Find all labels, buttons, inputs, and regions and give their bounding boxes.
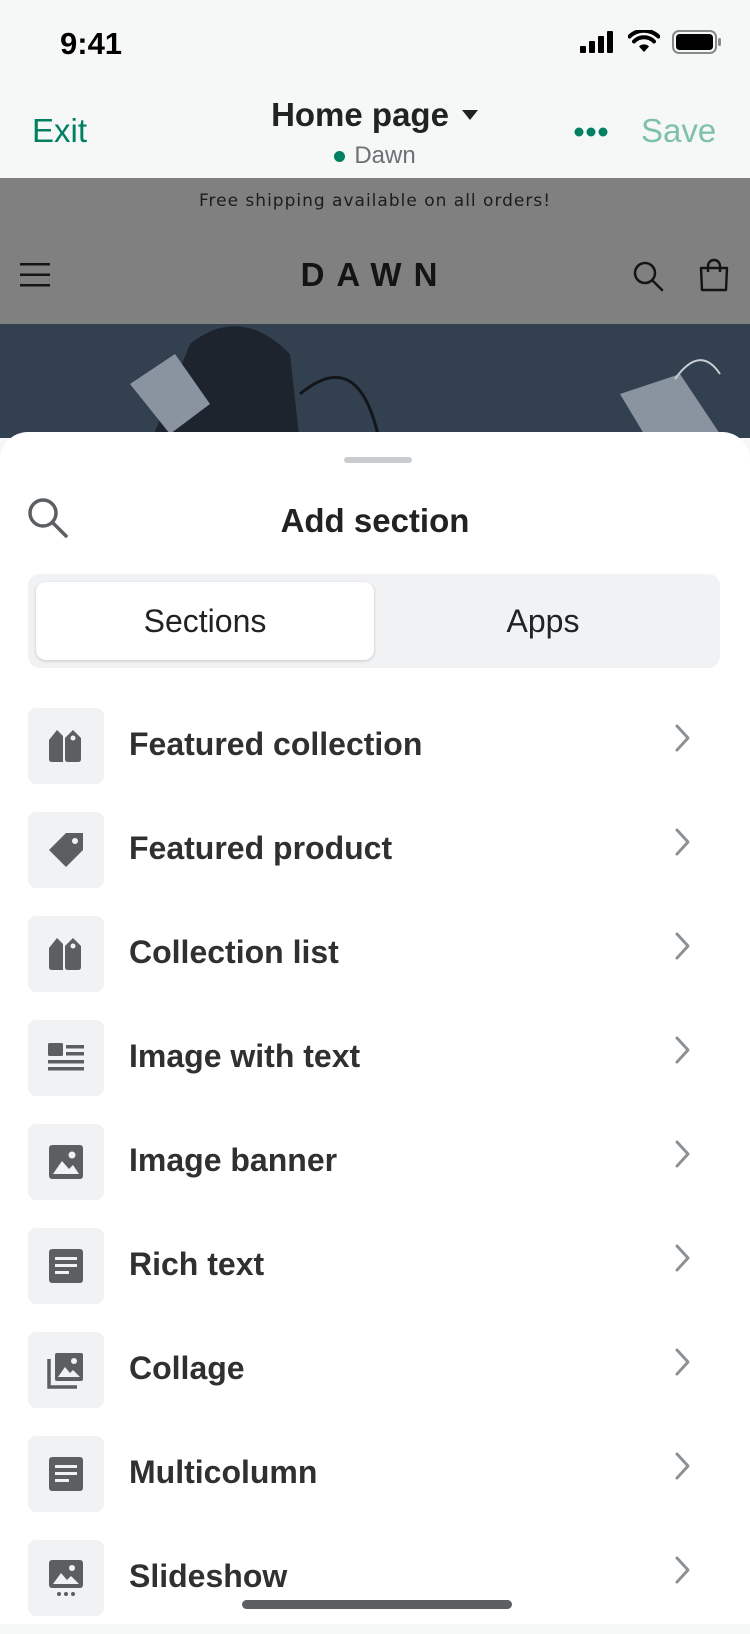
tab-sections[interactable]: Sections [36,582,374,660]
more-horizontal-icon [574,127,608,137]
item-label: Slideshow [129,1558,288,1594]
add-section-sheet: Add section Sections Apps Featured colle… [0,432,750,1624]
item-icon-box [28,916,104,992]
cellular-signal-icon [580,31,613,53]
editor-header: Exit Home page Dawn Save [0,88,750,178]
item-icon-box [28,1020,104,1096]
list-item-collection-list[interactable]: Collection list [0,906,750,1010]
item-icon-box [28,708,104,784]
chevron-right-icon [675,1348,690,1376]
chevron-right-icon [675,828,690,856]
text-block-icon [49,1457,83,1491]
collage-icon [47,1353,83,1389]
slideshow-icon [49,1560,83,1596]
list-item-featured-product[interactable]: Featured product [0,802,750,906]
image-icon [49,1145,83,1179]
list-item-multicolumn[interactable]: Multicolumn [0,1426,750,1530]
list-item-rich-text[interactable]: Rich text [0,1218,750,1322]
item-label: Image with text [129,1038,361,1074]
page-selector[interactable]: Home page Dawn [0,96,750,170]
item-icon-box [28,1124,104,1200]
home-indicator[interactable] [242,1600,512,1609]
page-title[interactable]: Home page [271,96,479,134]
section-list: Featured collection Featured product Col… [0,698,750,1634]
cart-icon [699,258,729,292]
page-title-label: Home page [271,96,449,133]
text-block-icon [49,1249,83,1283]
more-actions-button[interactable] [574,124,608,142]
save-button[interactable]: Save [641,112,716,150]
sheet-title: Add section [280,502,470,539]
sheet-grabber[interactable] [344,457,412,463]
list-item-featured-collection[interactable]: Featured collection [0,698,750,802]
tab-apps[interactable]: Apps [374,582,712,660]
status-bar: 9:41 [0,0,750,88]
item-label: Image banner [129,1142,338,1178]
item-icon-box [28,1436,104,1512]
item-label: Featured collection [129,726,423,762]
hero-image [0,324,750,438]
store-header: DAWN [0,226,750,325]
storefront-preview: Free shipping available on all orders! D… [0,178,750,438]
item-label: Multicolumn [129,1454,318,1490]
status-time: 9:41 [60,26,123,61]
item-label: Collage [129,1350,245,1386]
list-item-collage[interactable]: Collage [0,1322,750,1426]
status-icons [580,30,722,54]
theme-indicator: Dawn [334,142,416,170]
hero-photo [0,324,750,438]
list-item-image-banner[interactable]: Image banner [0,1114,750,1218]
item-label: Rich text [129,1246,265,1282]
collection-tags-icon [49,730,81,762]
theme-name: Dawn [354,142,416,169]
item-label: Featured product [129,830,393,866]
wifi-icon [628,30,660,52]
item-icon-box [28,1540,104,1616]
list-item-slideshow[interactable]: Slideshow [0,1530,750,1634]
announcement-bar: Free shipping available on all orders! [0,178,750,227]
chevron-right-icon [675,1140,690,1168]
collection-tags-icon [49,938,81,970]
item-icon-box [28,812,104,888]
chevron-right-icon [675,932,690,960]
battery-icon [672,30,721,54]
chevron-right-icon [675,724,690,752]
chevron-right-icon [675,1244,690,1272]
item-icon-box [28,1332,104,1408]
caret-down-icon [461,110,478,120]
store-search-icon [633,261,664,292]
list-item-image-with-text[interactable]: Image with text [0,1010,750,1114]
theme-status-dot [334,150,346,162]
section-type-tabs: Sections Apps [28,574,720,668]
chevron-right-icon [675,1452,690,1480]
chevron-right-icon [675,1036,690,1064]
chevron-right-icon [675,1556,690,1584]
image-with-text-icon [48,1043,84,1071]
item-label: Collection list [129,934,339,970]
item-icon-box [28,1228,104,1304]
price-tag-icon [49,833,83,867]
